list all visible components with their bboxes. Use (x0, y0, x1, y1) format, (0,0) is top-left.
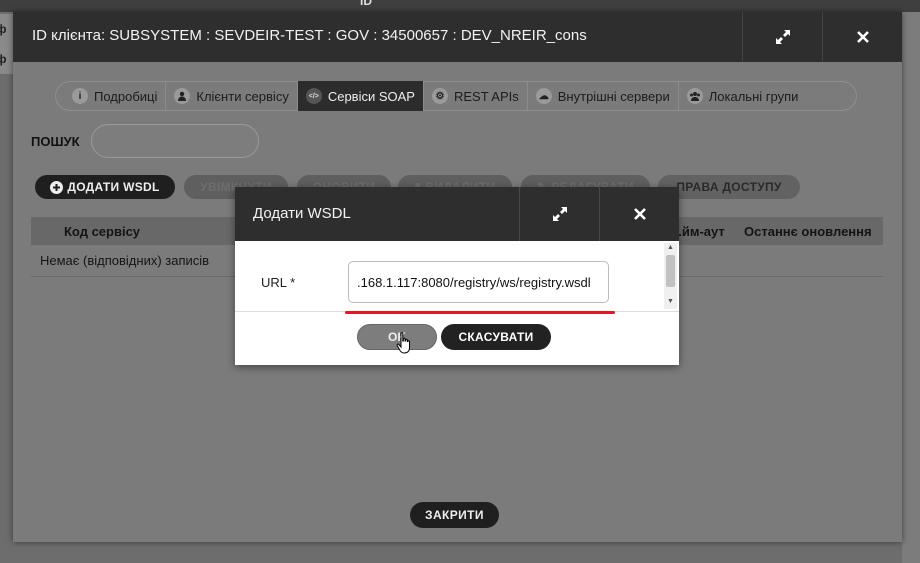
tab-internal-servers[interactable]: ☁ Внутрішні сервери (528, 81, 679, 111)
table-empty-message: Немає (відповідних) записів (40, 253, 210, 268)
close-icon (857, 31, 869, 43)
add-wsdl-button[interactable]: ДОДАТИ WSDL (35, 175, 175, 199)
tab-label: REST APIs (453, 88, 519, 104)
dialog-title: ID клієнта: SUBSYSTEM : SEVDEIR-TEST : G… (32, 27, 587, 44)
tab-soap-services[interactable]: </> Сервіси SOAP (297, 81, 424, 111)
expand-icon (553, 207, 567, 221)
cancel-button[interactable]: СКАСУВАТИ (441, 324, 551, 350)
user-icon (174, 88, 191, 104)
background-left-edge: ф ф (0, 14, 14, 74)
expand-button[interactable] (742, 12, 823, 62)
column-service-code: Код сервісу (64, 224, 141, 239)
add-wsdl-modal: Додати WSDL URL * .168.1.117:8080/regist… (235, 187, 679, 365)
tab-label: Локальні групи (708, 88, 799, 104)
background-top-label: ID (360, 0, 372, 8)
group-icon (686, 88, 703, 104)
plus-circle-icon (50, 180, 64, 194)
tab-label: Подробиці (94, 88, 158, 104)
background-right-edge (902, 12, 920, 563)
modal-expand-button[interactable] (519, 187, 600, 241)
close-icon (634, 208, 646, 220)
tab-rest-apis[interactable]: ⚙ REST APIs (424, 81, 528, 111)
expand-icon (776, 30, 790, 44)
scroll-up-arrow-icon[interactable]: ▲ (664, 243, 677, 253)
access-rights-label: ПРАВА ДОСТУПУ (676, 180, 782, 194)
tab-local-groups[interactable]: Локальні групи (679, 81, 807, 111)
background-top-bar: ID (0, 0, 920, 12)
scroll-thumb[interactable] (666, 255, 675, 287)
cloud-icon: ☁ (535, 88, 552, 104)
dialog-header: ID клієнта: SUBSYSTEM : SEVDEIR-TEST : G… (13, 12, 902, 62)
tab-details[interactable]: i Подробиці (64, 81, 167, 111)
modal-header: Додати WSDL (235, 187, 679, 241)
modal-scrollbar[interactable]: ▲ ▼ (664, 243, 677, 309)
background-left-label-1: ф (0, 22, 7, 36)
modal-body: URL * .168.1.117:8080/registry/ws/regist… (235, 241, 679, 312)
background-left-label-2: ф (0, 52, 7, 66)
code-icon: </> (305, 88, 322, 104)
search-label: ПОШУК (31, 134, 80, 149)
highlight-underline (345, 311, 615, 314)
hand-cursor-icon (396, 332, 410, 354)
tab-bar: i Подробиці Клієнти сервісу </> Сервіси … (55, 81, 857, 111)
tab-label: Сервіси SOAP (327, 88, 415, 104)
tab-label: Внутрішні сервери (557, 88, 670, 104)
add-wsdl-label: ДОДАТИ WSDL (67, 180, 160, 194)
modal-title: Додати WSDL (253, 205, 351, 222)
close-dialog-button[interactable] (822, 12, 903, 62)
column-last-refresh: Останнє оновлення (744, 224, 872, 239)
gears-icon: ⚙ (431, 88, 448, 104)
search-input[interactable] (91, 124, 259, 158)
tab-label: Клієнти сервісу (196, 88, 289, 104)
tab-service-clients[interactable]: Клієнти сервісу (166, 81, 298, 111)
info-icon: i (72, 88, 88, 104)
scroll-down-arrow-icon[interactable]: ▼ (664, 297, 677, 307)
url-input[interactable]: .168.1.117:8080/registry/ws/registry.wsd… (348, 261, 609, 303)
modal-close-button[interactable] (599, 187, 680, 241)
url-label: URL * (261, 275, 296, 290)
close-button[interactable]: ЗАКРИТИ (410, 502, 499, 528)
